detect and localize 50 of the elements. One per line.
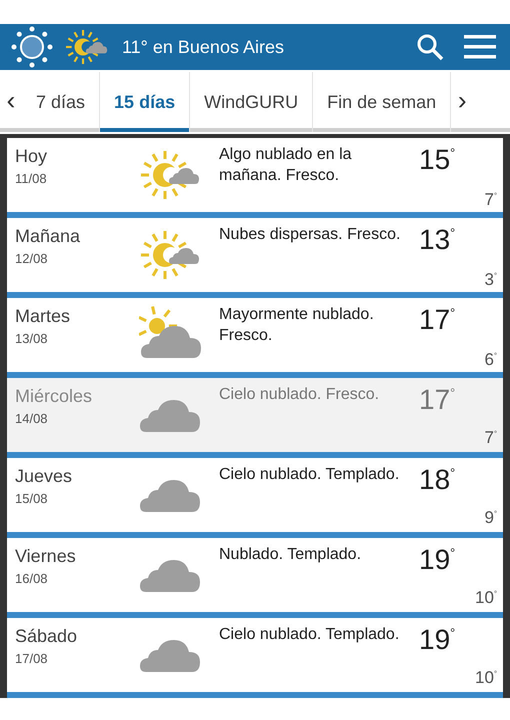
weather-description: Algo nublado en la mañana. Fresco.: [219, 145, 353, 186]
forecast-row[interactable]: Martes 13/08 Mayormente nublado. Fresco. 17$^{°}$ 6$^{°}$: [7, 298, 503, 378]
low-temperature: 10$^{°}$: [475, 668, 497, 688]
location-title: 11° en Buenos Aires: [122, 36, 285, 58]
forecast-row[interactable]: Jueves 15/08 Cielo nublado. Templado. 18$^{°}$ 9$^{°}$: [7, 458, 503, 538]
day-name: Martes: [15, 306, 72, 327]
day-name: Jueves: [15, 466, 74, 487]
weather-description: Cielo nublado. Templado.: [219, 465, 400, 485]
high-temperature: 13$^{°}$: [419, 224, 456, 256]
low-temperature: 9$^{°}$: [484, 508, 497, 528]
forecast-row[interactable]: Miércoles 14/08 Cielo nublado. Fresco. 17$^{°}$ 7$^{°}$: [7, 378, 503, 458]
weather-description: Nubes dispersas. Fresco.: [219, 225, 401, 245]
weather-description: Cielo nublado. Templado.: [219, 625, 400, 645]
forecast-row[interactable]: Hoy 11/08 Algo nublado en la mañana. Fresco. 15$^{°}$ 7$^{°}$: [7, 138, 503, 218]
sun-logo-icon[interactable]: [10, 25, 54, 69]
high-temperature: 19$^{°}$: [419, 624, 456, 656]
date-label: 13/08: [15, 331, 49, 346]
low-temperature: 10$^{°}$: [475, 588, 497, 608]
day-name: Viernes: [15, 546, 77, 567]
day-name: Hoy: [15, 146, 48, 167]
tab[interactable]: WindGURU: [190, 72, 314, 132]
date-label: 14/08: [15, 411, 49, 426]
day-name: Miércoles: [15, 386, 94, 407]
date-label: 12/08: [15, 251, 49, 266]
high-temperature: 17$^{°}$: [419, 304, 456, 336]
date-label: 15/08: [15, 491, 49, 506]
weather-description: Cielo nublado. Fresco.: [219, 385, 380, 405]
forecast-row[interactable]: Mañana 12/08 Nubes dispersas. Fresco. 13$^{°}$ 3$^{°}$: [7, 218, 503, 298]
tab[interactable]: 15 días: [100, 72, 190, 132]
day-name: Mañana: [15, 226, 82, 247]
high-temperature: 15$^{°}$: [419, 144, 456, 176]
low-temperature: 6$^{°}$: [484, 350, 497, 370]
forecast-row[interactable]: Sábado 17/08 Cielo nublado. Templado. 19$^{°}$ 10$^{°}$: [7, 618, 503, 698]
date-label: 11/08: [15, 171, 48, 186]
previous-tab-arrow[interactable]: ‹: [0, 72, 22, 128]
forecast-row[interactable]: Viernes 16/08 Nublado. Templado. 19$^{°}$ 10$^{°}$: [7, 538, 503, 618]
tab[interactable]: Fin de seman: [313, 72, 452, 132]
day-name: Sábado: [15, 626, 78, 647]
high-temperature: 19$^{°}$: [419, 544, 456, 576]
high-temperature: 18$^{°}$: [419, 464, 456, 496]
date-label: 16/08: [15, 571, 49, 586]
weather-description: Mayormente nublado. Fresco.: [219, 305, 375, 346]
weather-description: Nublado. Templado.: [219, 545, 362, 565]
date-label: 17/08: [15, 651, 49, 666]
next-tab-arrow[interactable]: ›: [451, 72, 474, 128]
low-temperature: 3$^{°}$: [484, 270, 497, 290]
low-temperature: 7$^{°}$: [484, 190, 497, 210]
high-temperature: 17$^{°}$: [419, 384, 456, 416]
low-temperature: 7$^{°}$: [484, 428, 497, 448]
tab[interactable]: 7 días: [22, 72, 100, 132]
